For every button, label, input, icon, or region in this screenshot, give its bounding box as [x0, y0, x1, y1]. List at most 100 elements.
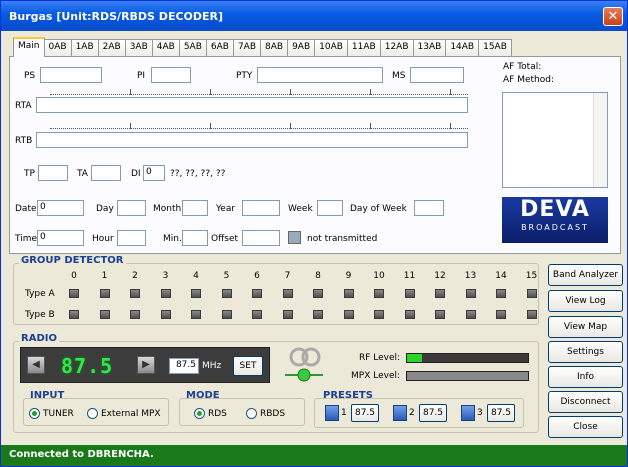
di-field[interactable]: 0 [143, 165, 165, 181]
type-b-led [69, 310, 79, 319]
tab-main[interactable]: Main [13, 37, 45, 57]
tab-14ab[interactable]: 14AB [445, 39, 480, 57]
af-method-label: AF Method: [503, 75, 554, 85]
type-a-led [221, 289, 232, 298]
close-button[interactable]: Close [548, 416, 623, 438]
rta-field[interactable] [36, 97, 468, 113]
preset-save-icon[interactable] [461, 405, 475, 421]
tab-15ab[interactable]: 15AB [478, 39, 512, 57]
ta-label: TA [77, 169, 88, 179]
af-list[interactable] [502, 92, 608, 188]
calendar-icon [288, 231, 301, 244]
input-tuner-radio[interactable]: TUNER [29, 408, 74, 419]
status-bar: Connected to DBRENCHA. [1, 445, 627, 466]
close-icon[interactable]: ✕ [603, 7, 623, 26]
year-field[interactable] [242, 200, 280, 216]
group-number: 11 [403, 271, 416, 281]
tune-up-icon[interactable]: ▶ [137, 356, 155, 374]
info-button[interactable]: Info [548, 366, 623, 388]
group-number: 1 [101, 271, 108, 281]
rf-level-bar [406, 353, 529, 363]
input-tuner-label: TUNER [43, 408, 74, 419]
tune-down-icon[interactable]: ◀ [27, 356, 45, 374]
di-label: DI [131, 169, 141, 179]
pi-field[interactable] [151, 67, 191, 83]
group-number: 4 [193, 271, 199, 281]
band-analyzer-button[interactable]: Band Analyzer [548, 264, 623, 286]
rtb-field[interactable] [36, 132, 468, 148]
tab-6ab[interactable]: 6AB [205, 39, 234, 57]
mpx-level-label: MPX Level: [351, 371, 401, 381]
offset-label: Offset [211, 234, 239, 244]
time-status: not transmitted [307, 234, 378, 244]
tab-13ab[interactable]: 13AB [412, 39, 447, 57]
tab-10ab[interactable]: 10AB [314, 39, 348, 57]
preset-save-icon[interactable] [325, 405, 339, 421]
radio-dot [194, 408, 205, 419]
tab-5ab[interactable]: 5AB [178, 39, 207, 57]
preset-button[interactable]: 87.5 [419, 404, 447, 422]
type-b-led [404, 310, 415, 319]
group-number: 12 [434, 271, 446, 281]
date-field[interactable]: 0 [37, 200, 84, 216]
preset-save-icon[interactable] [393, 405, 407, 421]
dow-field[interactable] [414, 200, 444, 216]
set-button[interactable]: SET [233, 356, 263, 376]
settings-button[interactable]: Settings [548, 341, 623, 363]
tab-8ab[interactable]: 8AB [260, 39, 289, 57]
window-title: Burgas [Unit:RDS/RBDS DECODER] [9, 10, 224, 23]
type-a-led [160, 289, 171, 298]
tab-4ab[interactable]: 4AB [151, 39, 180, 57]
day-field[interactable] [117, 200, 146, 216]
type-b-led [465, 310, 476, 319]
time-field[interactable]: 0 [37, 230, 84, 246]
ta-field[interactable] [91, 165, 121, 181]
preset-number: 3 [477, 408, 483, 418]
radio-dot [246, 408, 257, 419]
tab-3ab[interactable]: 3AB [124, 39, 153, 57]
deva-logo: DEVA BROADCAST [502, 197, 608, 243]
tab-7ab[interactable]: 7AB [232, 39, 261, 57]
dow-label: Day of Week [350, 204, 407, 214]
tab-1ab[interactable]: 1AB [70, 39, 99, 57]
group-detector-box [13, 263, 539, 325]
tab-9ab[interactable]: 9AB [287, 39, 316, 57]
offset-field[interactable] [242, 230, 280, 246]
tp-field[interactable] [38, 165, 68, 181]
type-a-led [465, 289, 476, 298]
disconnect-button[interactable]: Disconnect [548, 391, 623, 413]
input-external-radio[interactable]: External MPX [87, 408, 161, 419]
mode-rbds-radio[interactable]: RBDS [246, 408, 285, 419]
tuner-panel: ◀ 87.5 ▶ 87.5 MHz SET [20, 347, 270, 383]
ms-field[interactable] [410, 67, 464, 83]
min-field[interactable] [182, 230, 208, 246]
view-log-button[interactable]: View Log [548, 290, 623, 312]
preset-button[interactable]: 87.5 [487, 404, 515, 422]
type-a-led [99, 289, 110, 298]
rf-level-fill [407, 354, 422, 362]
group-number: 13 [464, 271, 477, 281]
status-text: Connected to DBRENCHA. [9, 449, 154, 460]
logo-sub: BROADCAST [521, 223, 589, 232]
mode-rds-radio[interactable]: RDS [194, 408, 227, 419]
week-field[interactable] [317, 200, 343, 216]
group-number: 7 [284, 271, 291, 281]
type-b-led [343, 310, 354, 319]
type-a-led [404, 289, 415, 298]
view-map-button[interactable]: View Map [548, 316, 623, 338]
week-label: Week [288, 204, 313, 214]
af-scrollbar[interactable] [593, 93, 607, 187]
tab-2ab[interactable]: 2AB [97, 39, 126, 57]
tab-12ab[interactable]: 12AB [379, 39, 414, 57]
type-b-led [374, 310, 384, 319]
preset-button[interactable]: 87.5 [351, 404, 379, 422]
frequency-input[interactable]: 87.5 [169, 358, 199, 374]
month-field[interactable] [182, 200, 208, 216]
ps-field[interactable] [40, 67, 102, 83]
hour-field[interactable] [117, 230, 146, 246]
tab-0ab[interactable]: 0AB [43, 39, 72, 57]
tab-11ab[interactable]: 11AB [346, 39, 381, 57]
day-label: Day [96, 204, 114, 214]
tab-strip: Main 0AB 1AB 2AB 3AB 4AB 5AB 6AB 7AB 8AB… [13, 37, 512, 57]
pty-field[interactable] [257, 67, 383, 83]
